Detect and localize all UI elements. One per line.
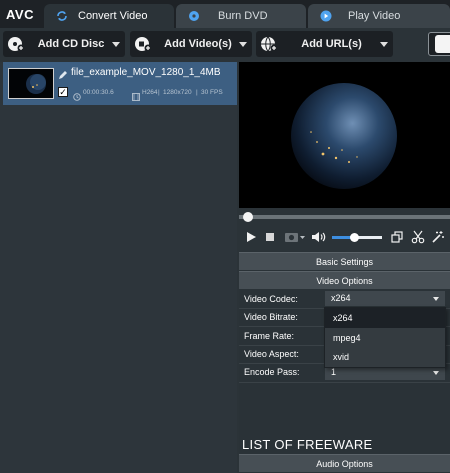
volume-handle[interactable] xyxy=(350,233,359,242)
tab-label: Convert Video xyxy=(78,10,148,22)
video-codec-value: x264 xyxy=(331,293,351,303)
file-list: file_example_MOV_1280_1_4MB ✓ 00:00:30.6… xyxy=(0,62,237,473)
codec-option[interactable]: xvid xyxy=(325,347,445,367)
chevron-down-icon xyxy=(433,297,439,301)
camera-icon[interactable] xyxy=(284,230,306,244)
refresh-icon xyxy=(56,10,68,22)
app-logo: AVC xyxy=(6,7,34,22)
file-duration: 00:00:30.6 xyxy=(83,89,114,96)
codec-option[interactable]: x264 xyxy=(325,308,445,328)
earth-frame-image xyxy=(239,62,450,208)
stop-icon[interactable] xyxy=(263,230,277,244)
row-divider xyxy=(239,382,450,383)
pencil-icon[interactable] xyxy=(58,67,68,79)
tab-convert-video[interactable]: Convert Video xyxy=(44,4,174,28)
add-cd-disc-button[interactable]: Add CD Disc xyxy=(3,31,125,57)
basic-settings-header[interactable]: Basic Settings xyxy=(239,252,450,270)
tab-play-video[interactable]: Play Video xyxy=(308,4,450,28)
video-codec-label: Video Codec: xyxy=(244,294,298,304)
tab-bar: AVC Convert Video Burn DVD Play Video xyxy=(0,0,450,28)
chevron-down-icon xyxy=(433,371,439,375)
video-bitrate-label: Video Bitrate: xyxy=(244,312,298,322)
encode-pass-value: 1 xyxy=(331,367,337,377)
file-fps: 30 FPS xyxy=(201,89,223,96)
seek-track[interactable] xyxy=(239,215,450,219)
file-checkbox[interactable]: ✓ xyxy=(58,87,68,97)
play-icon[interactable] xyxy=(244,230,258,244)
film-icon xyxy=(132,88,140,101)
file-name[interactable]: file_example_MOV_1280_1_4MB xyxy=(71,67,221,78)
profile-icon xyxy=(435,35,450,53)
video-codec-select[interactable]: x264 xyxy=(324,290,446,307)
chevron-down-icon[interactable] xyxy=(239,42,247,47)
video-thumbnail xyxy=(8,68,54,99)
chevron-down-icon[interactable] xyxy=(380,42,388,47)
toolbar: Add CD Disc Add Video(s) Add URL(s) xyxy=(0,28,450,62)
add-cd-disc-label: Add CD Disc xyxy=(37,38,105,50)
chevron-down-icon[interactable] xyxy=(112,42,120,47)
app-window: AVC Convert Video Burn DVD Play Video Ad… xyxy=(0,0,450,473)
disc-icon xyxy=(188,10,200,22)
encode-pass-label: Encode Pass: xyxy=(244,367,300,377)
tab-label: Burn DVD xyxy=(218,10,268,22)
video-preview[interactable] xyxy=(239,62,450,208)
video-aspect-label: Video Aspect: xyxy=(244,349,299,359)
watermark-text: LIST OF FREEWARE xyxy=(242,437,373,452)
list-item[interactable]: file_example_MOV_1280_1_4MB ✓ 00:00:30.6… xyxy=(3,62,237,105)
add-video-icon xyxy=(134,35,152,53)
file-codec: H264 xyxy=(142,89,158,96)
tab-label: Play Video xyxy=(348,10,401,22)
tab-burn-dvd[interactable]: Burn DVD xyxy=(176,4,306,28)
copy-icon[interactable] xyxy=(390,230,404,244)
play-circle-icon xyxy=(320,10,332,22)
seek-handle[interactable] xyxy=(243,212,254,222)
magic-wand-icon[interactable] xyxy=(431,230,445,244)
video-codec-dropdown: x264 mpeg4 xvid xyxy=(324,307,446,368)
scissors-icon[interactable] xyxy=(411,230,425,244)
video-options-header[interactable]: Video Options xyxy=(239,271,450,289)
meta-divider: | xyxy=(158,89,160,96)
profile-button[interactable] xyxy=(428,32,450,56)
add-videos-button[interactable]: Add Video(s) xyxy=(130,31,252,57)
add-urls-label: Add URL(s) xyxy=(301,38,362,50)
frame-rate-label: Frame Rate: xyxy=(244,331,295,341)
file-resolution: 1280x720 xyxy=(163,89,192,96)
audio-options-header[interactable]: Audio Options xyxy=(239,454,450,472)
volume-icon[interactable] xyxy=(311,230,329,244)
add-videos-label: Add Video(s) xyxy=(164,38,232,50)
player-controls xyxy=(239,226,450,248)
add-disc-icon xyxy=(7,35,25,53)
globe-icon xyxy=(260,35,278,53)
add-urls-button[interactable]: Add URL(s) xyxy=(256,31,393,57)
meta-divider: | xyxy=(196,89,198,96)
codec-option[interactable]: mpeg4 xyxy=(325,328,445,348)
clock-icon xyxy=(73,88,81,101)
seek-bar[interactable] xyxy=(239,212,450,222)
